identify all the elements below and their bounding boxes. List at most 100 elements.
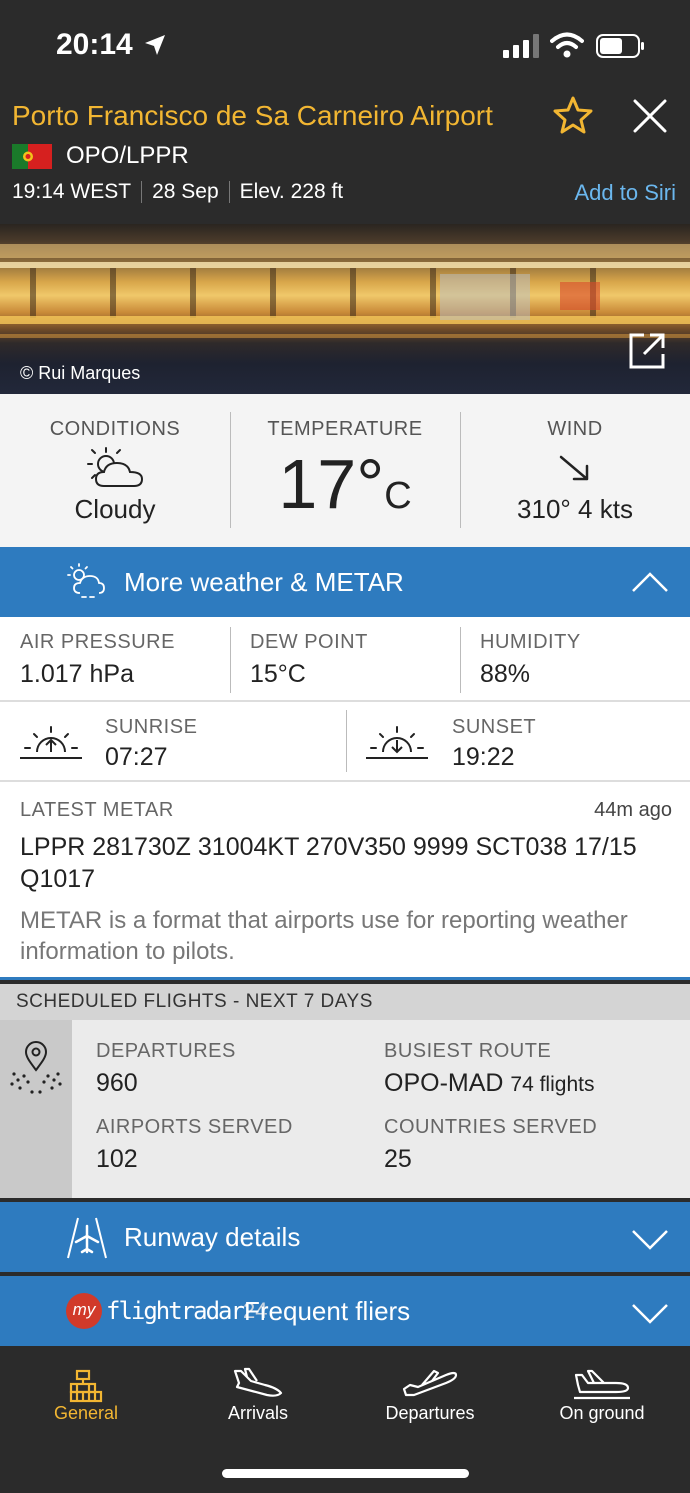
wind-direction-arrow-icon [559, 455, 589, 481]
scheduled-flights-header: SCHEDULED FLIGHTS - NEXT 7 DAYS [0, 984, 690, 1020]
photo-credit: © Rui Marques [20, 363, 141, 383]
status-time: 20:14 [56, 28, 133, 61]
temperature-display: 17°C [230, 444, 460, 524]
local-time: 19:14 WEST [12, 180, 132, 203]
chevron-down-icon [632, 1304, 668, 1324]
airports-served-label: AIRPORTS SERVED [96, 1116, 293, 1138]
airport-meta: 19:14 WEST 28 Sep Elev. 228 ft [12, 180, 343, 204]
divider [346, 710, 347, 772]
wifi-icon [550, 32, 584, 58]
departures-value: 960 [96, 1069, 138, 1097]
scheduled-flights-title: SCHEDULED FLIGHTS - NEXT 7 DAYS [16, 991, 373, 1012]
wind-label: WIND [547, 418, 603, 440]
metar-description: METAR is a format that airports use for … [20, 907, 628, 965]
plane-on-ground-icon [574, 1369, 630, 1400]
countries-served-label: COUNTRIES SERVED [384, 1116, 598, 1138]
metar-title: LATEST METAR [20, 799, 174, 821]
chevron-down-icon [632, 1230, 668, 1250]
sunrise-value: 07:27 [105, 743, 168, 771]
battery-icon [596, 34, 644, 58]
sunrise-icon [20, 726, 82, 759]
weather-icon [67, 563, 105, 598]
airports-served-value: 102 [96, 1145, 138, 1173]
air-pressure-label: AIR PRESSURE [20, 631, 175, 653]
more-weather-label: More weather & METAR [124, 567, 404, 597]
metar-section: LATEST METAR 44m ago LPPR 281730Z 31004K… [0, 782, 690, 980]
temperature-cell: TEMPERATURE 17°C [230, 394, 460, 547]
busiest-route-label: BUSIEST ROUTE [384, 1040, 552, 1062]
sunset-cell: SUNSET 19:22 [452, 716, 536, 772]
close-icon[interactable] [630, 96, 670, 136]
status-bar: 20:14 [0, 0, 690, 92]
conditions-cell: CONDITIONS Cloudy [0, 394, 230, 547]
sunset-icon [366, 726, 428, 759]
busiest-route-flights: 74 flights [510, 1073, 595, 1096]
add-to-siri-link[interactable]: Add to Siri [575, 180, 677, 206]
more-weather-toggle[interactable]: More weather & METAR [0, 547, 690, 617]
airport-photo: © Rui Marques [0, 224, 690, 394]
divider [141, 181, 143, 203]
dew-point-value: 15°C [250, 660, 306, 688]
logo-circle: my [66, 1293, 102, 1329]
tab-arrivals-label: Arrivals [227, 1403, 288, 1423]
busiest-route-value: OPO-MAD 74 flights [384, 1069, 594, 1098]
temperature-unit: C [384, 475, 412, 517]
elevation: Elev. 228 ft [239, 180, 344, 203]
metar-age: 44m ago [594, 799, 672, 821]
tab-general[interactable]: General [0, 1355, 172, 1445]
logo-text: flightradar [106, 1297, 245, 1325]
conditions-label: CONDITIONS [49, 418, 181, 440]
temperature-value: 17° [278, 445, 385, 523]
airport-header: Porto Francisco de Sa Carneiro Airport O… [0, 92, 690, 224]
local-date: 28 Sep [152, 180, 219, 203]
runway-details-toggle[interactable]: Runway details [0, 1202, 690, 1272]
myflightradar24-logo: my flightradar 24 [66, 1292, 267, 1330]
sun-times-row: SUNRISE 07:27 SUNSET 19:22 [0, 702, 690, 782]
divider [228, 181, 230, 203]
sunrise-cell: SUNRISE 07:27 [105, 716, 197, 772]
plane-landing-icon [233, 1367, 283, 1397]
conditions-value: Cloudy [74, 494, 156, 524]
current-conditions: CONDITIONS Cloudy TEMPERATURE 17°C WIND … [0, 394, 690, 547]
divider [460, 627, 461, 693]
routes-pin-icon [10, 1041, 62, 1094]
portugal-flag-icon [12, 144, 52, 169]
tab-departures-label: Departures [385, 1403, 475, 1423]
airports-served-cell: AIRPORTS SERVED 102 [96, 1116, 293, 1174]
wind-value: 310° 4 kts [517, 494, 633, 524]
countries-served-cell: COUNTRIES SERVED 25 [384, 1116, 597, 1174]
favorite-star-icon[interactable] [553, 95, 593, 135]
sunset-value: 19:22 [452, 743, 515, 771]
frequent-fliers-label: Frequent fliers [244, 1296, 411, 1326]
sunset-label: SUNSET [452, 716, 537, 738]
air-pressure-value: 1.017 hPa [20, 660, 134, 688]
sunrise-label: SUNRISE [105, 716, 198, 738]
humidity-label: HUMIDITY [480, 631, 581, 653]
departures-label: DEPARTURES [96, 1040, 236, 1062]
location-arrow-icon [145, 35, 165, 55]
runway-icon [67, 1217, 107, 1259]
temperature-label: TEMPERATURE [267, 418, 423, 440]
tab-general-label: General [53, 1403, 119, 1423]
plane-takeoff-icon [402, 1369, 458, 1397]
runway-details-label: Runway details [124, 1222, 301, 1252]
tab-on-ground[interactable]: On ground [516, 1355, 688, 1445]
cellular-signal-icon [503, 34, 539, 58]
busiest-route-cell: BUSIEST ROUTE OPO-MAD 74 flights [384, 1040, 594, 1098]
tab-departures[interactable]: Departures [344, 1355, 516, 1445]
countries-served-value: 25 [384, 1145, 412, 1173]
chevron-up-icon [632, 572, 668, 592]
frequent-fliers-toggle[interactable]: my flightradar 24 Frequent fliers [0, 1276, 690, 1346]
scheduled-flights-stats: DEPARTURES 960 BUSIEST ROUTE OPO-MAD 74 … [0, 1020, 690, 1198]
wind-cell: WIND 310° 4 kts [460, 394, 690, 547]
metar-code: LPPR 281730Z 31004KT 270V350 9999 SCT038… [20, 833, 637, 893]
partly-cloudy-icon [87, 447, 144, 487]
busiest-route-code: OPO-MAD [384, 1069, 504, 1097]
tab-arrivals[interactable]: Arrivals [172, 1355, 344, 1445]
home-indicator[interactable] [222, 1469, 469, 1478]
dew-point-label: DEW POINT [250, 631, 368, 653]
departures-cell: DEPARTURES 960 [96, 1040, 236, 1098]
airport-name: Porto Francisco de Sa Carneiro Airport [12, 100, 493, 131]
airport-code: OPO/LPPR [66, 142, 189, 169]
open-external-icon[interactable] [626, 330, 668, 372]
